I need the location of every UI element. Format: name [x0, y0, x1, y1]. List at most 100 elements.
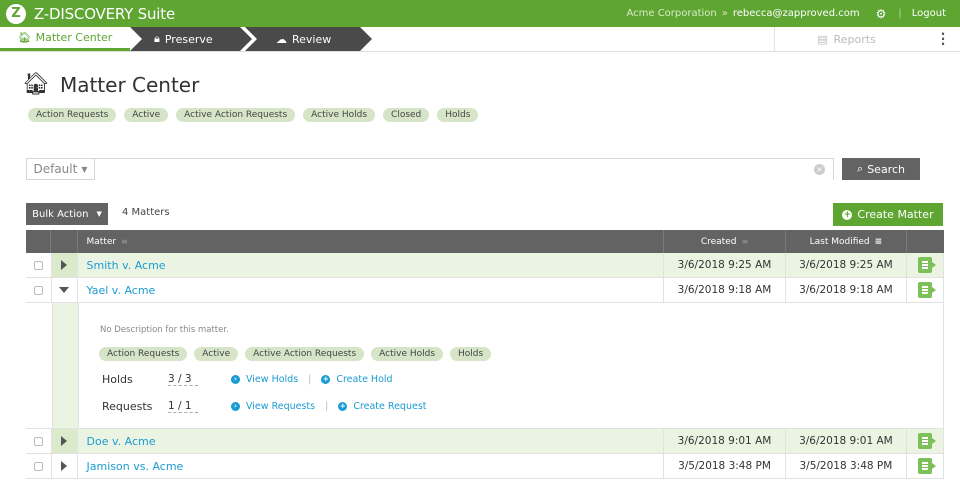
open-matter-icon[interactable] [918, 257, 937, 273]
checkbox[interactable] [34, 285, 44, 295]
matter-link[interactable]: Jamison vs. Acme [87, 460, 184, 473]
view-holds-link[interactable]: View Holds [246, 374, 298, 385]
open-matter-icon[interactable] [918, 458, 937, 474]
bulk-action-label: Bulk Action [32, 208, 89, 220]
actions-cell [907, 278, 945, 302]
filter-chip[interactable]: Closed [383, 108, 430, 122]
arrow-circle-icon: › [231, 402, 240, 411]
header-matter[interactable]: Matter ≡ [78, 230, 665, 253]
arrow-circle-icon: › [231, 375, 240, 384]
row-select[interactable] [26, 278, 52, 302]
plus-circle-icon: + [321, 375, 331, 384]
matter-chip[interactable]: Active [194, 347, 239, 361]
created-date: 3/6/2018 9:25 AM [677, 259, 772, 271]
bulk-action-button[interactable]: Bulk Action ▼ [26, 203, 108, 225]
requests-value: 1 / 1 [168, 400, 198, 413]
column-label: Last Modified [809, 236, 870, 247]
checkbox[interactable] [34, 436, 44, 446]
logout-link[interactable]: Logout [912, 8, 946, 19]
create-request-link[interactable]: Create Request [353, 401, 426, 412]
matter-link[interactable]: Yael v. Acme [87, 284, 156, 297]
expand-toggle[interactable] [51, 278, 78, 302]
created-cell: 3/6/2018 9:18 AM [664, 278, 786, 302]
zapproved-logo-icon[interactable]: Z [6, 3, 26, 24]
caret-down-icon: ▼ [81, 164, 88, 174]
table-header: Matter ≡ Created ≡ Last Modified ≡ [26, 230, 944, 253]
search-input[interactable] [95, 161, 833, 181]
page-header: 🏠︎ Matter Center [22, 72, 199, 97]
actions-cell [907, 454, 945, 478]
search-input-wrap: × [95, 158, 834, 181]
matter-link[interactable]: Doe v. Acme [87, 435, 156, 448]
matter-cell: Jamison vs. Acme [78, 454, 665, 478]
view-select[interactable]: Default ▼ [26, 158, 95, 180]
requests-links: › View Requests | + Create Request [231, 401, 427, 412]
modified-cell: 3/6/2018 9:01 AM [786, 429, 908, 453]
view-requests-link[interactable]: View Requests [246, 401, 315, 412]
filter-chip[interactable]: Holds [437, 108, 479, 122]
open-matter-icon[interactable] [918, 433, 937, 449]
matter-chip[interactable]: Action Requests [99, 347, 188, 361]
table-row[interactable]: Smith v. Acme 3/6/2018 9:25 AM 3/6/2018 … [26, 253, 945, 278]
top-header: Z Z-DISCOVERY Suite Acme Corporation » r… [0, 0, 960, 27]
matter-chip[interactable]: Active Holds [371, 347, 444, 361]
tab-matter-center[interactable]: 🏠︎ Matter Center [0, 27, 130, 51]
modified-cell: 3/6/2018 9:25 AM [786, 253, 908, 277]
modified-date: 3/5/2018 3:48 PM [799, 460, 893, 472]
search-button[interactable]: ⌕ Search [842, 158, 920, 180]
matter-chip[interactable]: Holds [450, 347, 492, 361]
create-matter-button[interactable]: + Create Matter [833, 203, 943, 226]
create-hold-link[interactable]: Create Hold [336, 374, 392, 385]
modified-cell: 3/6/2018 9:18 AM [786, 278, 908, 302]
gear-icon[interactable]: ⚙ [876, 7, 887, 21]
kebab-menu-icon[interactable]: · · · [940, 28, 946, 50]
checkbox[interactable] [34, 461, 44, 471]
header-select-col [26, 230, 52, 253]
matter-count: 4 Matters [122, 207, 170, 218]
filter-chip[interactable]: Action Requests [28, 108, 117, 122]
detail-body: No Description for this matter. Action R… [79, 303, 944, 428]
tab-preserve[interactable]: 🔒︎ Preserve [154, 27, 213, 51]
created-cell: 3/5/2018 3:48 PM [664, 454, 786, 478]
created-cell: 3/6/2018 9:25 AM [664, 253, 786, 277]
row-select[interactable] [26, 253, 52, 277]
matter-chips: Action Requests Active Active Action Req… [99, 347, 492, 361]
requests-stat: Requests 1 / 1 › View Requests | + Creat… [102, 400, 427, 413]
expand-toggle[interactable] [51, 454, 78, 478]
caret-down-icon [59, 287, 70, 293]
holds-links: › View Holds | + Create Hold [231, 374, 393, 385]
matter-link[interactable]: Smith v. Acme [87, 259, 166, 272]
table-row[interactable]: Doe v. Acme 3/6/2018 9:01 AM 3/6/2018 9:… [26, 429, 945, 454]
lock-icon: 🔒︎ [154, 32, 160, 45]
app-title: Z-DISCOVERY Suite [34, 4, 175, 23]
sort-icon: ≡ [121, 237, 128, 246]
detail-spacer [52, 303, 79, 428]
filter-chip[interactable]: Active [124, 108, 169, 122]
reports-button[interactable]: ▤ Reports [774, 27, 918, 51]
filter-chip[interactable]: Active Holds [303, 108, 376, 122]
table-row[interactable]: Jamison vs. Acme 3/5/2018 3:48 PM 3/5/20… [26, 454, 945, 479]
expand-toggle[interactable] [51, 253, 78, 277]
holds-value: 3 / 3 [168, 373, 198, 386]
header-expand-col [51, 230, 78, 253]
created-date: 3/5/2018 3:48 PM [678, 460, 771, 472]
checkbox[interactable] [34, 260, 44, 270]
breadcrumb-separator: » [721, 8, 728, 19]
table-row[interactable]: Yael v. Acme 3/6/2018 9:18 AM 3/6/2018 9… [26, 278, 945, 303]
matter-chip[interactable]: Active Action Requests [245, 347, 365, 361]
clear-icon[interactable]: × [814, 164, 825, 175]
tab-review[interactable]: ☁ Review [276, 27, 331, 51]
cloud-search-icon: ☁ [276, 32, 287, 46]
home-icon: 🏠︎ [22, 72, 50, 97]
filter-chip[interactable]: Active Action Requests [176, 108, 296, 122]
header-created[interactable]: Created ≡ [664, 230, 786, 253]
row-select[interactable] [26, 429, 52, 453]
caret-down-icon: ▼ [96, 210, 102, 218]
matters-table: Matter ≡ Created ≡ Last Modified ≡ Smith… [26, 230, 945, 479]
expand-toggle[interactable] [51, 429, 78, 453]
header-last-modified[interactable]: Last Modified ≡ [786, 230, 908, 253]
plus-circle-icon: + [338, 402, 348, 411]
open-matter-icon[interactable] [918, 282, 937, 298]
row-select[interactable] [26, 454, 52, 478]
user-email[interactable]: rebecca@zapproved.com [733, 8, 860, 19]
